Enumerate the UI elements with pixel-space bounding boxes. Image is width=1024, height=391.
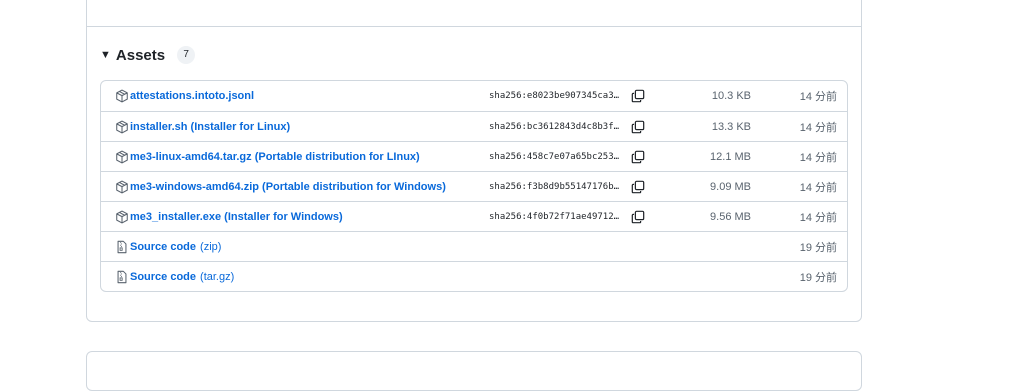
asset-format: (tar.gz)	[200, 271, 235, 283]
asset-row: installer.sh (Installer for Linux) sha25…	[101, 111, 847, 141]
source-code-targz-link[interactable]: Source code (tar.gz)	[115, 262, 235, 291]
asset-time: 14 分前	[799, 212, 837, 224]
file-zip-icon	[115, 270, 129, 284]
asset-name: me3-linux-amd64.tar.gz (Portable distrib…	[130, 151, 420, 163]
asset-row: me3-windows-amd64.zip (Portable distribu…	[101, 171, 847, 201]
asset-name: me3_installer.exe (Installer for Windows…	[130, 211, 343, 223]
copy-icon[interactable]	[631, 210, 645, 224]
asset-sha: sha256:f3b8d9b55147176b…	[489, 182, 620, 192]
asset-time: 19 分前	[799, 272, 837, 284]
asset-size: 9.09 MB	[710, 181, 751, 193]
assets-title: Assets	[115, 46, 166, 64]
package-icon	[115, 150, 129, 164]
asset-name: Source code	[130, 271, 197, 283]
asset-size: 9.56 MB	[710, 211, 751, 223]
package-icon	[115, 120, 129, 134]
next-release-card	[86, 351, 862, 391]
file-zip-icon	[115, 240, 129, 254]
package-icon	[115, 180, 129, 194]
asset-link[interactable]: me3-linux-amd64.tar.gz (Portable distrib…	[115, 142, 420, 172]
copy-icon[interactable]	[631, 89, 645, 103]
copy-icon[interactable]	[631, 180, 645, 194]
asset-format: (zip)	[200, 241, 222, 253]
asset-name: me3-windows-amd64.zip (Portable distribu…	[130, 181, 446, 193]
package-icon	[115, 89, 129, 103]
card-divider	[87, 26, 861, 27]
asset-row: me3_installer.exe (Installer for Windows…	[101, 201, 847, 231]
asset-sha: sha256:bc3612843d4c8b3f…	[489, 122, 620, 132]
asset-size: 10.3 KB	[711, 90, 751, 102]
asset-row: me3-linux-amd64.tar.gz (Portable distrib…	[101, 141, 847, 171]
asset-sha: sha256:4f0b72f71ae49712…	[489, 212, 620, 222]
asset-sha: sha256:458c7e07a65bc253…	[489, 152, 620, 162]
asset-name: attestations.intoto.jsonl	[130, 90, 255, 102]
asset-link[interactable]: me3-windows-amd64.zip (Portable distribu…	[115, 172, 446, 202]
assets-header[interactable]: ▼ Assets 7	[100, 44, 196, 66]
copy-icon[interactable]	[631, 120, 645, 134]
asset-name: Source code	[130, 241, 197, 253]
asset-size: 12.1 MB	[710, 151, 751, 163]
copy-icon[interactable]	[631, 150, 645, 164]
asset-size: 13.3 KB	[711, 121, 751, 133]
asset-name: installer.sh (Installer for Linux)	[130, 121, 291, 133]
asset-link[interactable]: me3_installer.exe (Installer for Windows…	[115, 202, 343, 232]
asset-time: 14 分前	[799, 182, 837, 194]
triangle-down-icon[interactable]: ▼	[100, 49, 111, 61]
asset-time: 14 分前	[799, 152, 837, 164]
source-code-zip-link[interactable]: Source code (zip)	[115, 232, 221, 262]
asset-time: 14 分前	[799, 122, 837, 134]
asset-time: 14 分前	[799, 91, 837, 103]
asset-time: 19 分前	[799, 242, 837, 254]
asset-sha: sha256:e8023be907345ca3…	[489, 91, 620, 101]
asset-link[interactable]: attestations.intoto.jsonl	[115, 81, 254, 111]
assets-count-badge: 7	[177, 46, 196, 64]
assets-list: attestations.intoto.jsonl sha256:e8023be…	[100, 80, 848, 292]
asset-row: attestations.intoto.jsonl sha256:e8023be…	[101, 81, 847, 111]
package-icon	[115, 210, 129, 224]
asset-row: Source code (zip) 19 分前	[101, 231, 847, 261]
asset-link[interactable]: installer.sh (Installer for Linux)	[115, 112, 290, 142]
asset-row: Source code (tar.gz) 19 分前	[101, 261, 847, 291]
